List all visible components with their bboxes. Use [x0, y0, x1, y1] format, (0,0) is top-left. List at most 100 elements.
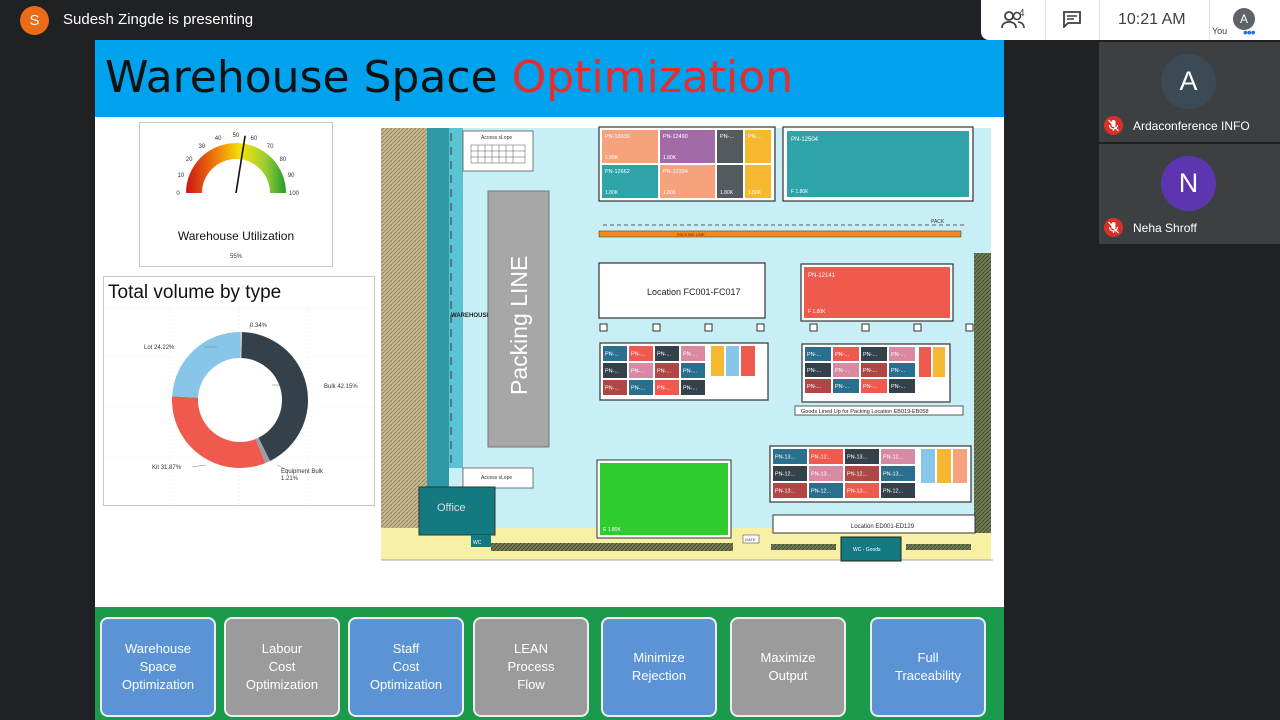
- benefit-maximize-output[interactable]: Maximize Output: [730, 617, 846, 717]
- column-post: [913, 323, 922, 332]
- slide-title-main: Warehouse Space: [105, 52, 512, 103]
- pn-cell-label: PN-13036: [605, 134, 630, 140]
- pn-cell-label: PN-12662: [605, 169, 630, 175]
- donut-label-lot: Lot 24.22%: [144, 345, 175, 351]
- storage-cell: [921, 449, 935, 483]
- storage-cell-label: PN-...: [807, 368, 822, 374]
- gauge-arc: [186, 143, 286, 193]
- storage-cell: [919, 347, 931, 377]
- storage-cell: [937, 449, 951, 483]
- slide-title-accent: Optimization: [511, 52, 794, 103]
- donut-label-small: 0.34%: [250, 323, 268, 329]
- participant-tile[interactable]: N Neha Shroff: [1099, 144, 1280, 244]
- pn-cell-label: PN-12394: [663, 169, 688, 175]
- storage-cell-label: P...: [738, 383, 746, 389]
- storage-cell-label: PN-12...: [883, 489, 904, 495]
- storage-cell-label: PN-12...: [775, 472, 796, 478]
- gauge-label: Warehouse Utilization: [177, 229, 295, 243]
- storage-cell-label: PN-13...: [811, 472, 832, 478]
- storage-cell-label: PN-...: [657, 352, 672, 358]
- participant-count: 4: [1019, 8, 1025, 19]
- column-post: [809, 323, 818, 332]
- storage-cell-label: PN-13...: [883, 472, 904, 478]
- utilization-gauge-card: 0 10 20 30 40 50 60 70 80 90 100 Warehouse Utiliza…: [139, 122, 333, 267]
- gauge-tick-label: 50: [233, 133, 240, 139]
- benefit-full-traceability[interactable]: Full Traceability: [870, 617, 986, 717]
- more-icon[interactable]: •••: [1243, 24, 1256, 40]
- gauge-tick-label: 70: [267, 144, 274, 150]
- warehouse-label: WAREHOUSE: [451, 313, 490, 319]
- storage-cell-label: PN-...: [835, 352, 850, 358]
- slide-header: Warehouse Space Optimization: [95, 40, 1004, 117]
- packing-line-strip-label: PACKING LINE: [677, 232, 705, 237]
- mic-off-icon: [1104, 218, 1123, 237]
- volume-donut-card: Total volume by type Lot 24.22% Bulk 42.…: [103, 276, 375, 506]
- gauge-tick-label: 100: [289, 191, 300, 197]
- green-block-qty: E 1.80K: [603, 527, 621, 533]
- wc-label: WC: [473, 540, 482, 546]
- storage-cell-label: PN-...: [807, 352, 822, 358]
- storage-cell: [711, 346, 724, 376]
- slide-title: Warehouse Space Optimization: [105, 52, 793, 103]
- presenter-avatar: S: [20, 6, 49, 35]
- pn-cell-qty: 1.80K: [605, 190, 619, 196]
- goods-lined-label: Goods Lined Up for Packing Location EB01…: [801, 409, 929, 415]
- storage-cell-label: PN-13...: [775, 489, 796, 495]
- office-label: Office: [437, 502, 466, 514]
- clock: 10:21 AM: [1118, 11, 1186, 28]
- storage-cell-label: PN-12...: [883, 455, 904, 461]
- gauge-tick-label: 60: [251, 136, 258, 142]
- column-post: [861, 323, 870, 332]
- mic-off-icon: [1104, 116, 1123, 135]
- benefit-staff-cost[interactable]: Staff Cost Optimization: [348, 617, 464, 717]
- pn-cell-qty: 1.80K: [720, 190, 734, 196]
- pn-cell-label: PN-12490: [663, 134, 688, 140]
- storage-cell-label: PN-13...: [847, 489, 868, 495]
- access-slope-bottom: Access sLope: [481, 475, 512, 481]
- storage-cell-label: PN-...: [835, 384, 850, 390]
- storage-cell-label: PN-...: [807, 384, 822, 390]
- volume-donut: Lot 24.22% Bulk 42.15% 0.34% Equipment B…: [104, 307, 374, 505]
- benefit-labour-cost[interactable]: Labour Cost Optimization: [224, 617, 340, 717]
- storage-cell-label: PN-...: [605, 386, 620, 392]
- column-post: [756, 323, 765, 332]
- participant-avatar: N: [1161, 156, 1216, 211]
- column-post: [652, 323, 661, 332]
- participant-name: Ardaconference INFO: [1133, 119, 1250, 133]
- storage-cell-label: PN-...: [683, 386, 698, 392]
- storage-cell-label: PN-...: [605, 369, 620, 375]
- meeting-controls: 4 10:21 AM A You •••: [981, 0, 1280, 40]
- gauge-tick-label: 0: [176, 191, 180, 197]
- packing-line-label: Packing LINE: [506, 256, 532, 395]
- benefit-warehouse-space[interactable]: Warehouse Space Optimization: [100, 617, 216, 717]
- gauge-tick-label: 10: [177, 173, 184, 179]
- storage-cell-label: PN-...: [631, 369, 646, 375]
- benefit-lean-process[interactable]: LEAN Process Flow: [473, 617, 589, 717]
- storage-cell: [726, 346, 739, 376]
- pn-12141-qty: F 1.80K: [808, 309, 826, 315]
- storage-cell-label: PN-...: [657, 386, 672, 392]
- chat-icon[interactable]: [1063, 11, 1081, 28]
- storage-cell-label: PN-...: [891, 368, 906, 374]
- gauge-tick-label: 90: [288, 173, 295, 179]
- presented-slide: Warehouse Space Optimization 0 10 20 30 40 50…: [95, 40, 1004, 720]
- donut-label-kit: Kit 31.87%: [152, 465, 182, 471]
- storage-cell: [953, 449, 967, 483]
- pn-cell-qty: 1.80K: [663, 155, 677, 161]
- storage-cell-label: PN-...: [835, 368, 850, 374]
- presenting-bar: S Sudesh Zingde is presenting: [0, 0, 980, 40]
- utilization-gauge: 0 10 20 30 40 50 60 70 80 90 100: [176, 133, 300, 197]
- location-fc-label: Location FC001-FC017: [647, 287, 741, 297]
- location-ed-label: Location ED001-ED129: [851, 524, 915, 530]
- participant-tile[interactable]: A Ardaconference INFO: [1099, 42, 1280, 142]
- pn-cell-qty: 1.80K: [605, 155, 619, 161]
- benefit-minimize-rejection[interactable]: Minimize Rejection: [601, 617, 717, 717]
- benefits-bar: Warehouse Space Optimization Labour Cost…: [95, 607, 1004, 720]
- access-slope-top: Access sLope: [481, 135, 512, 141]
- gate-label: GATE: [745, 537, 756, 542]
- pn-cell-label: PN-...: [748, 134, 763, 140]
- presenting-status: Sudesh Zingde is presenting: [63, 11, 254, 28]
- storage-cell-label: PN-...: [605, 352, 620, 358]
- storage-cell-label: PN-...: [863, 352, 878, 358]
- gauge-value: 55%: [229, 254, 242, 260]
